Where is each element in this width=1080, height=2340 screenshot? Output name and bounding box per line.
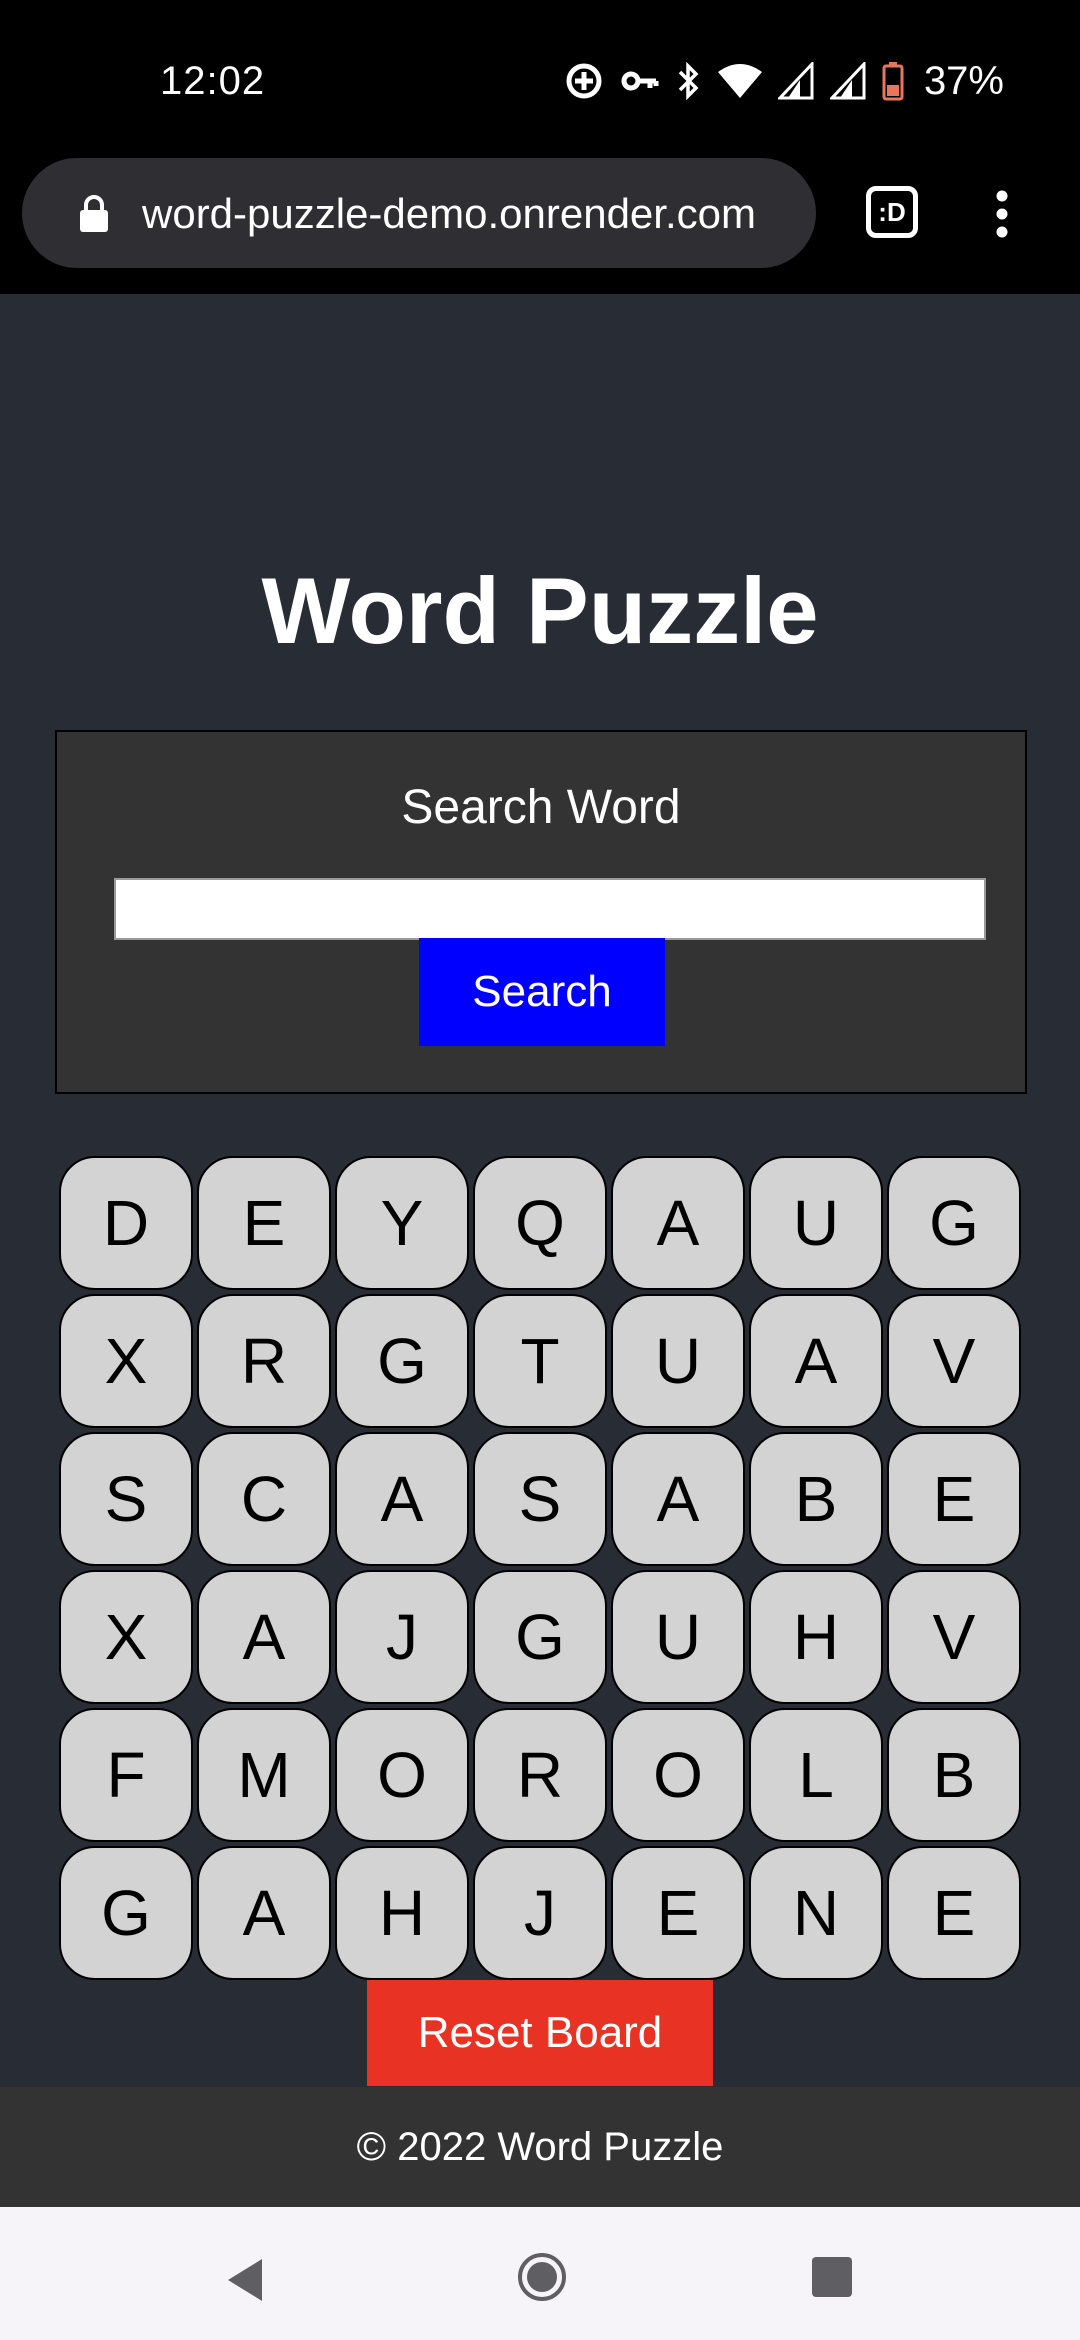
letter-tile[interactable]: S [473,1432,607,1566]
battery-percentage: 37% [923,59,1004,103]
letter-tile[interactable]: O [611,1708,745,1842]
letter-tile[interactable]: J [473,1846,607,1980]
tab-switcher-button[interactable]: :D [866,186,918,238]
search-label: Search Word [401,781,681,834]
letter-tile[interactable]: A [197,1570,331,1704]
search-button[interactable]: Search [419,938,665,1046]
browser-toolbar: word-puzzle-demo.onrender.com :D [0,158,1080,294]
vpn-key-icon [620,61,660,101]
letter-tile[interactable]: O [335,1708,469,1842]
footer-text: © 2022 Word Puzzle [0,2087,1080,2207]
letter-board: DEYQAUGXRGTUAVSCASABEXAJGUHVFMOROLBGAHJE… [59,1156,1023,1980]
status-bar: 12:02 37% [0,0,1080,158]
letter-tile[interactable]: G [335,1294,469,1428]
letter-tile[interactable]: U [611,1294,745,1428]
status-icons: 37% [564,58,1004,104]
bluetooth-icon [676,61,702,101]
letter-tile[interactable]: V [887,1570,1021,1704]
home-icon[interactable] [516,2251,568,2308]
letter-tile[interactable]: E [611,1846,745,1980]
letter-tile[interactable]: X [59,1570,193,1704]
letter-tile[interactable]: J [335,1570,469,1704]
letter-tile[interactable]: C [197,1432,331,1566]
letter-tile[interactable]: S [59,1432,193,1566]
letter-tile[interactable]: B [749,1432,883,1566]
letter-tile[interactable]: V [887,1294,1021,1428]
reset-board-button[interactable]: Reset Board [367,1980,713,2086]
lock-icon [78,194,110,239]
more-menu-icon[interactable] [992,188,1012,245]
search-panel: Search Word Search [55,730,1027,1094]
letter-tile[interactable]: E [887,1846,1021,1980]
letter-tile[interactable]: A [611,1432,745,1566]
letter-tile[interactable]: D [59,1156,193,1290]
wifi-icon [717,62,762,100]
letter-tile[interactable]: M [197,1708,331,1842]
letter-tile[interactable]: E [197,1156,331,1290]
letter-tile[interactable]: G [473,1570,607,1704]
letter-tile[interactable]: H [335,1846,469,1980]
letter-tile[interactable]: R [197,1294,331,1428]
back-icon[interactable] [222,2255,266,2310]
letter-tile[interactable]: U [611,1570,745,1704]
letter-tile[interactable]: F [59,1708,193,1842]
signal-icon-2 [829,62,866,100]
page-title: Word Puzzle [261,558,819,663]
recents-icon[interactable] [810,2255,854,2304]
letter-tile[interactable]: N [749,1846,883,1980]
letter-tile[interactable]: A [611,1156,745,1290]
letter-tile[interactable]: Y [335,1156,469,1290]
letter-tile[interactable]: X [59,1294,193,1428]
address-bar[interactable]: word-puzzle-demo.onrender.com [22,158,816,268]
letter-tile[interactable]: B [887,1708,1021,1842]
status-time: 12:02 [160,59,266,103]
letter-tile[interactable]: G [59,1846,193,1980]
letter-tile[interactable]: E [887,1432,1021,1566]
letter-tile[interactable]: H [749,1570,883,1704]
letter-tile[interactable]: T [473,1294,607,1428]
navigation-bar [0,2207,1080,2340]
letter-tile[interactable]: G [887,1156,1021,1290]
page-content: Word Puzzle Search Word Search DEYQAUGXR… [0,294,1080,2087]
letter-tile[interactable]: A [335,1432,469,1566]
letter-tile[interactable]: A [749,1294,883,1428]
letter-tile[interactable]: L [749,1708,883,1842]
url-text: word-puzzle-demo.onrender.com [142,190,756,237]
search-input[interactable] [114,878,986,940]
signal-icon [777,62,814,100]
battery-icon [882,61,904,101]
letter-tile[interactable]: A [197,1846,331,1980]
letter-tile[interactable]: Q [473,1156,607,1290]
letter-tile[interactable]: U [749,1156,883,1290]
data-saver-icon [564,61,604,101]
letter-tile[interactable]: R [473,1708,607,1842]
